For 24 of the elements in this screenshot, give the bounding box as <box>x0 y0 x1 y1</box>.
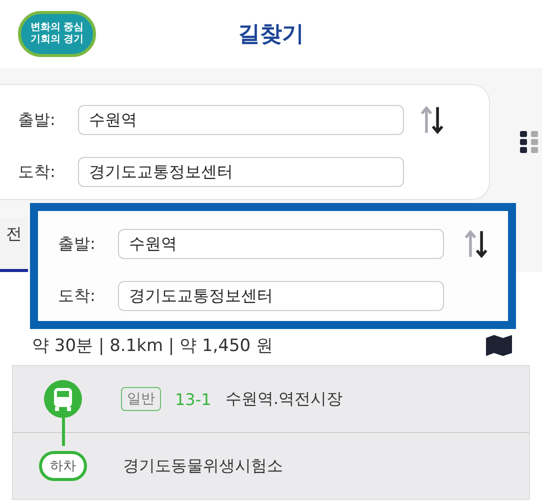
tab[interactable]: 전 <box>0 218 28 272</box>
field-label: 출발: <box>18 110 56 130</box>
page-title: 길찾기 <box>238 21 304 49</box>
route-summary: 약 30분 | 8.1km | 약 1,450 원 <box>32 334 274 356</box>
field-label: 도착: <box>18 162 56 182</box>
field-label: 출발: <box>58 234 96 254</box>
bus-icon <box>43 379 83 419</box>
input-field[interactable]: 수원역 <box>118 229 444 259</box>
swap-icon[interactable] <box>420 105 444 135</box>
stop-name: 경기도동물위생시험소 <box>123 456 283 476</box>
field-label: 도착: <box>58 286 96 306</box>
input-field[interactable]: 수원역 <box>78 105 404 135</box>
alight-marker: 하차 <box>39 451 87 481</box>
logo-text: 변화의 중심 <box>30 22 84 34</box>
route-line <box>62 418 65 446</box>
bus-number: 13-1 <box>175 390 212 408</box>
stop-name: 수원역.역전시장 <box>225 388 342 410</box>
menu-icon[interactable] <box>520 131 540 153</box>
map-icon[interactable] <box>486 334 512 356</box>
input-field[interactable]: 경기도교통정보센터 <box>78 157 404 187</box>
logo-text: 기회의 경기 <box>30 34 84 46</box>
input-field[interactable]: 경기도교통정보센터 <box>118 281 444 311</box>
swap-icon[interactable] <box>464 229 488 259</box>
bus-type-tag: 일반 <box>121 387 161 411</box>
